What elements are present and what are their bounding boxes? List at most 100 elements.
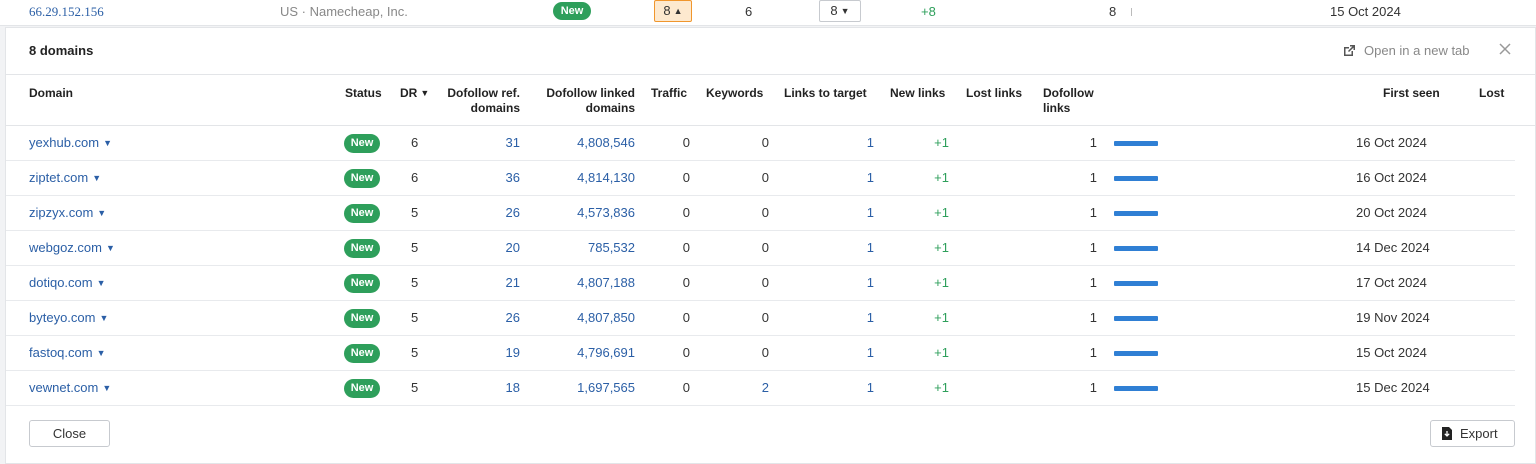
traffic-value: 0: [682, 310, 690, 325]
table-header: Domain Status DR ▼ Dofollow ref. domains …: [6, 76, 1535, 126]
domain-name: zipzyx.com: [29, 205, 94, 220]
new-links-link[interactable]: +1: [916, 240, 949, 256]
col-lost[interactable]: Lost: [1479, 86, 1504, 101]
dofollow-count: 6: [745, 4, 753, 19]
open-in-new-tab-link[interactable]: Open in a new tab: [1342, 43, 1470, 58]
domain-name: fastoq.com: [29, 345, 93, 360]
domain-link[interactable]: zipzyx.com ▼: [29, 205, 106, 221]
dofollow-ref-count-toggle[interactable]: 8 ▲: [654, 0, 692, 22]
table-row: fastoq.com ▼ New 5 19 4,796,691 0 0 1 +1 …: [6, 336, 1515, 371]
first-seen-date: 14 Dec 2024: [1356, 240, 1430, 255]
col-traffic[interactable]: Traffic: [651, 86, 687, 101]
links-to-target-link[interactable]: 1: [846, 240, 874, 256]
ref-domains-link[interactable]: 26: [466, 310, 520, 326]
col-dofollow-ref-domains[interactable]: Dofollow ref. domains: [436, 86, 520, 116]
export-button[interactable]: Export: [1430, 420, 1515, 447]
traffic-value: 0: [682, 275, 690, 290]
new-links-link[interactable]: +1: [916, 345, 949, 361]
linked-domains-link[interactable]: 1,697,565: [546, 380, 635, 396]
domain-link[interactable]: webgoz.com ▼: [29, 240, 115, 256]
table-row: byteyo.com ▼ New 5 26 4,807,850 0 0 1 +1 …: [6, 301, 1515, 336]
links-to-target-link[interactable]: 1: [846, 135, 874, 151]
new-links-link[interactable]: +1: [916, 310, 949, 326]
linked-domains-link[interactable]: 785,532: [546, 240, 635, 256]
col-first-seen[interactable]: First seen: [1383, 86, 1440, 101]
ref-domains-link[interactable]: 19: [466, 345, 520, 361]
dofollow-links-value: 1: [1089, 275, 1097, 290]
col-dofollow-links[interactable]: Dofollow links: [1043, 86, 1103, 116]
new-links-link[interactable]: +1: [916, 380, 949, 396]
domain-link[interactable]: ziptet.com ▼: [29, 170, 101, 186]
export-label: Export: [1460, 426, 1498, 441]
domain-link[interactable]: yexhub.com ▼: [29, 135, 112, 151]
dofollow-links-value: 1: [1089, 205, 1097, 220]
linked-domains-link[interactable]: 4,814,130: [546, 170, 635, 186]
links-to-target-link[interactable]: 1: [846, 205, 874, 221]
ref-domains-link[interactable]: 18: [466, 380, 520, 396]
domain-link[interactable]: fastoq.com ▼: [29, 345, 106, 361]
status-badge: New: [344, 344, 380, 363]
new-links-link[interactable]: +1: [916, 275, 949, 291]
keywords-value: 0: [761, 205, 769, 220]
ip-link[interactable]: 66.29.152.156: [29, 4, 104, 20]
linked-domains-link[interactable]: 4,796,691: [546, 345, 635, 361]
status-badge: New: [344, 134, 380, 153]
links-to-target-link[interactable]: 1: [846, 345, 874, 361]
caret-down-icon: ▼: [97, 208, 107, 218]
ref-domains-link[interactable]: 36: [466, 170, 520, 186]
linked-domains-link[interactable]: 4,808,546: [546, 135, 635, 151]
col-status[interactable]: Status: [345, 86, 382, 101]
ref-domains-link[interactable]: 20: [466, 240, 520, 256]
linked-domains-link[interactable]: 4,807,188: [546, 275, 635, 291]
ref-domains-link[interactable]: 31: [466, 135, 520, 151]
linked-domains-link[interactable]: 4,807,850: [546, 310, 635, 326]
col-keywords[interactable]: Keywords: [706, 86, 763, 101]
domain-link[interactable]: byteyo.com ▼: [29, 310, 108, 326]
new-links-link[interactable]: +1: [916, 170, 949, 186]
traffic-value: 0: [682, 170, 690, 185]
ref-domains-link[interactable]: 21: [466, 275, 520, 291]
dr-value: 5: [411, 380, 419, 395]
col-dr-label: DR: [400, 86, 418, 100]
export-icon: [1442, 427, 1452, 440]
new-links-link[interactable]: +1: [916, 135, 949, 151]
col-domain[interactable]: Domain: [29, 86, 73, 101]
caret-down-icon: ▼: [92, 173, 102, 183]
new-links-count: +8: [921, 4, 936, 19]
links-to-target-link[interactable]: 1: [846, 310, 874, 326]
close-icon[interactable]: [1497, 41, 1513, 57]
links-to-target-link[interactable]: 1: [846, 170, 874, 186]
first-seen-date: 17 Oct 2024: [1356, 275, 1427, 290]
keywords-link[interactable]: 2: [746, 380, 769, 396]
first-seen-date: 15 Dec 2024: [1356, 380, 1430, 395]
domain-name: byteyo.com: [29, 310, 96, 325]
dr-value: 5: [411, 345, 419, 360]
keywords-value: 0: [761, 345, 769, 360]
domain-name: yexhub.com: [29, 135, 100, 150]
col-dr[interactable]: DR ▼: [400, 86, 429, 101]
ref-domains-link[interactable]: 26: [466, 205, 520, 221]
count-dropdown[interactable]: 8 ▼: [819, 0, 861, 22]
dofollow-bar: [1114, 281, 1158, 286]
status-badge: New: [553, 2, 591, 20]
panel-header: 8 domains Open in a new tab: [6, 28, 1535, 75]
table-row: zipzyx.com ▼ New 5 26 4,573,836 0 0 1 +1 …: [6, 196, 1515, 231]
domain-name: webgoz.com: [29, 240, 102, 255]
caret-down-icon: ▼: [103, 138, 113, 148]
links-to-target-link[interactable]: 1: [846, 275, 874, 291]
dofollow-bar: [1114, 246, 1158, 251]
new-links-link[interactable]: +1: [916, 205, 949, 221]
dofollow-links-value: 1: [1089, 310, 1097, 325]
linked-domains-link[interactable]: 4,573,836: [546, 205, 635, 221]
col-links-to-target[interactable]: Links to target: [784, 86, 867, 101]
col-new-links[interactable]: New links: [890, 86, 945, 101]
links-to-target-link[interactable]: 1: [846, 380, 874, 396]
status-badge: New: [344, 379, 380, 398]
col-lost-links[interactable]: Lost links: [966, 86, 1022, 101]
col-dofollow-linked-domains[interactable]: Dofollow linked domains: [534, 86, 635, 116]
domains-panel: 8 domains Open in a new tab Domain Statu…: [5, 27, 1536, 464]
domain-link[interactable]: dotiqo.com ▼: [29, 275, 106, 291]
domain-link[interactable]: vewnet.com ▼: [29, 380, 111, 396]
dofollow-links-value: 1: [1089, 380, 1097, 395]
close-button[interactable]: Close: [29, 420, 110, 447]
